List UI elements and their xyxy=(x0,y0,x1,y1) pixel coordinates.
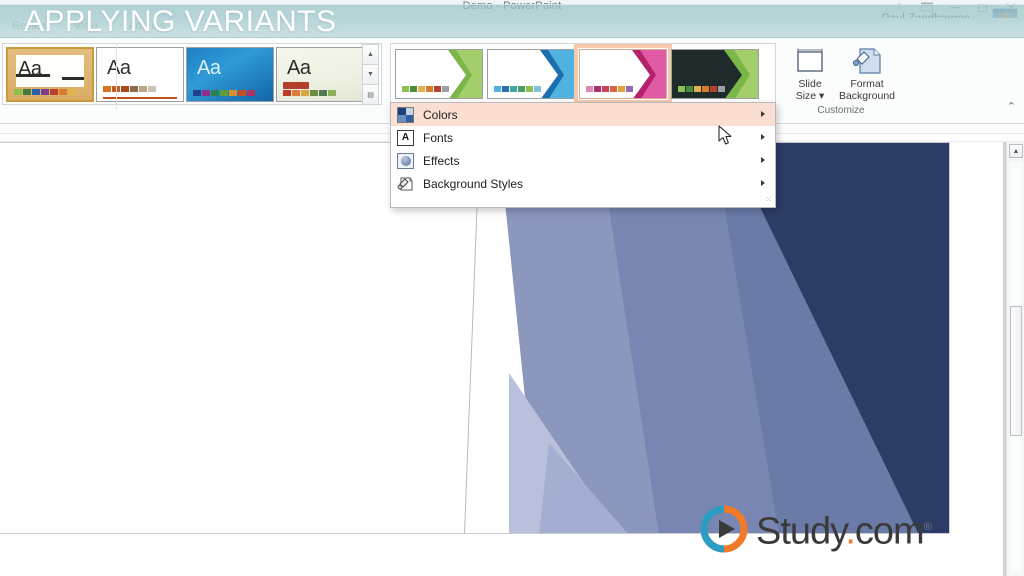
scroll-up-button[interactable]: ▲ xyxy=(1009,144,1023,158)
theme-swatches xyxy=(14,88,76,95)
slide-size-button[interactable]: Slide Size ▾ xyxy=(786,44,834,102)
lesson-banner: APPLYING VARIANTS xyxy=(0,4,1024,38)
variant-green[interactable] xyxy=(395,49,483,99)
logo-trademark: ® xyxy=(923,521,932,533)
customize-group: Slide Size ▾ Format Background Customize xyxy=(786,42,896,118)
theme-brush-stroke xyxy=(283,81,309,89)
study-play-icon xyxy=(700,505,748,553)
collapse-ribbon-button[interactable]: ⌃ xyxy=(1007,100,1016,113)
format-background-label-2: Background xyxy=(838,90,896,102)
theme-thumb-aa: Aa xyxy=(197,56,221,79)
theme-swatches xyxy=(103,85,156,92)
submenu-arrow-icon xyxy=(761,180,765,186)
submenu-arrow-icon xyxy=(761,111,765,117)
mouse-cursor xyxy=(718,125,734,152)
format-background-label-1: Format xyxy=(850,78,884,90)
format-background-icon xyxy=(836,44,898,78)
colors-icon xyxy=(397,106,414,123)
theme-accent-bar xyxy=(103,96,177,99)
variants-gallery[interactable] xyxy=(390,43,776,105)
logo-text-dot: . xyxy=(845,510,856,553)
theme-swatches xyxy=(193,89,255,96)
variant-chevron-graphic xyxy=(540,50,574,98)
customize-group-label: Customize xyxy=(817,105,865,116)
variant-dark[interactable] xyxy=(671,49,759,99)
variant-swatches xyxy=(402,86,449,92)
theme-thumb-ion-boardroom[interactable]: Aa xyxy=(6,46,94,102)
logo-text-study: Study xyxy=(756,510,846,553)
study-com-wordmark: Study.com® xyxy=(756,505,932,554)
slide-size-icon xyxy=(786,44,834,78)
variant-chevron-graphic xyxy=(724,50,758,98)
theme-rule-right xyxy=(62,76,84,80)
variant-swatches xyxy=(494,86,541,92)
menu-item-colors[interactable]: Colors xyxy=(391,103,775,126)
study-com-logo: Study.com® xyxy=(700,505,932,554)
variant-chevron-graphic xyxy=(632,50,666,98)
variant-swatches xyxy=(586,86,633,92)
variant-blue[interactable] xyxy=(487,49,575,99)
theme-swatches xyxy=(283,89,336,96)
menu-item-label: Effects xyxy=(423,153,460,168)
theme-thumb-aa: Aa xyxy=(107,56,131,79)
menu-item-effects[interactable]: Effects xyxy=(391,149,775,172)
logo-text-com: com xyxy=(854,510,925,553)
themes-gallery[interactable]: Aa Aa Aa Aa xyxy=(2,43,382,105)
gallery-more-button[interactable]: ▤ xyxy=(362,84,379,105)
theme-thumb-aa: Aa xyxy=(18,57,42,80)
variants-dropdown-menu[interactable]: Colors A Fonts Effects Background Styles… xyxy=(390,102,776,208)
effects-icon xyxy=(397,152,414,169)
menu-item-label: Colors xyxy=(423,107,458,122)
menu-item-label: Background Styles xyxy=(423,176,524,191)
variant-pink[interactable] xyxy=(574,44,672,104)
theme-thumb-aa: Aa xyxy=(287,56,311,79)
ribbon-group-divider xyxy=(116,44,117,110)
variant-chevron-graphic xyxy=(448,50,482,98)
lesson-banner-title: APPLYING VARIANTS xyxy=(24,5,337,38)
themes-gallery-scroll[interactable]: ▲ ▼ ▤ xyxy=(362,44,379,105)
submenu-arrow-icon xyxy=(761,157,765,163)
theme-thumb-slice[interactable]: Aa xyxy=(186,46,274,102)
vertical-scrollbar[interactable]: ▲ xyxy=(1006,142,1024,576)
fonts-icon: A xyxy=(397,129,414,146)
submenu-arrow-icon xyxy=(761,134,765,140)
background-styles-icon xyxy=(397,176,414,192)
format-background-button[interactable]: Format Background xyxy=(836,44,898,102)
slide-size-label-1: Slide xyxy=(798,78,822,90)
variant-swatches xyxy=(678,86,725,92)
menu-resize-grip[interactable]: ⁙ xyxy=(765,195,772,204)
powerpoint-window: d Design a surfboard ards in surfboards xyxy=(0,0,1024,576)
theme-thumb-wisp[interactable]: Aa xyxy=(276,46,364,102)
scrollbar-thumb[interactable] xyxy=(1010,306,1022,436)
slide-size-label-2: Size ▾ xyxy=(795,90,825,102)
theme-thumb-facet[interactable]: Aa xyxy=(96,46,184,102)
gallery-scroll-down-button[interactable]: ▼ xyxy=(362,64,379,85)
menu-item-background-styles[interactable]: Background Styles xyxy=(391,172,775,195)
gallery-scroll-up-button[interactable]: ▲ xyxy=(362,44,379,65)
